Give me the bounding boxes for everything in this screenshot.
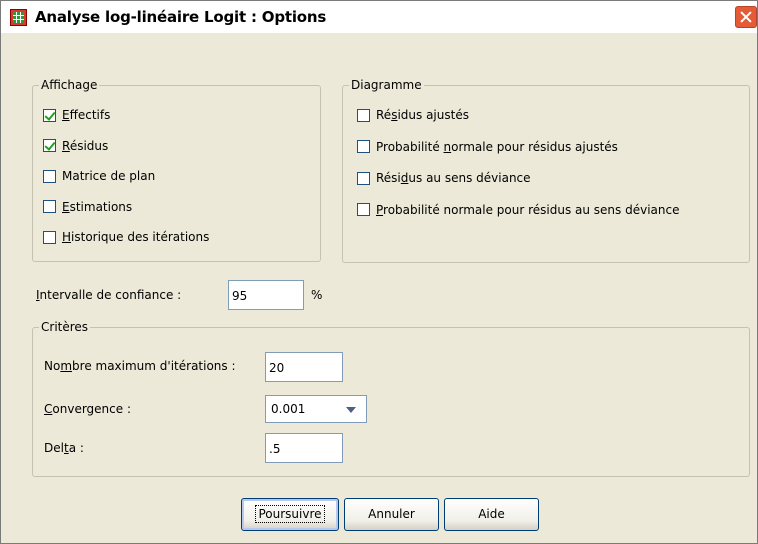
diagramme-option-label-pre: Rési [376,171,401,185]
max-iterations-label-mnemonic: m [60,359,73,373]
checkbox-checked-icon[interactable] [43,108,56,122]
affichage-option-label: Estimations [62,200,132,214]
diagramme-option-label-post: us au sens déviance [408,171,531,185]
diagramme-option-2[interactable]: Résidus au sens déviance [357,169,531,187]
checkbox-icon[interactable] [43,230,56,244]
affichage-option-label-u: E [62,108,70,122]
criteres-group: Critères [32,320,750,477]
convergence-label: Convergence : [44,402,131,416]
continue-button-label: Poursuivre [255,505,325,523]
delta-input[interactable]: .5 [265,433,343,463]
affichage-option-4[interactable]: Historique des itérations [43,228,209,246]
checkbox-icon[interactable] [357,108,370,122]
checkbox-icon[interactable] [43,169,56,183]
affichage-option-1[interactable]: Résidus [43,137,108,155]
diagramme-option-label-post: ormale pour résidus ajustés [451,139,618,154]
affichage-option-label-post: ffectifs [69,108,111,122]
help-button[interactable]: Aide [444,498,539,531]
diagramme-option-label-post: idus ajustés [397,108,469,122]
diagramme-option-label: Probabilité normale pour résidus ajustés [376,140,618,154]
checkbox-icon[interactable] [357,203,370,216]
diagramme-option-label-pre: Ré [376,108,392,122]
max-iterations-label-pre: No [44,359,61,373]
title-bar: Analyse log-linéaire Logit : Options [1,1,757,33]
max-iterations-label-post: bre maximum d'itérations : [72,359,236,373]
affichage-option-label-post: stimations [69,199,133,214]
affichage-option-label: Effectifs [62,108,110,122]
delta-label: Delta : [44,441,84,455]
affichage-option-2[interactable]: Matrice de plan [43,167,155,185]
window-title: Analyse log-linéaire Logit : Options [35,8,327,26]
chevron-down-icon[interactable] [346,407,356,413]
checkbox-icon[interactable] [357,171,370,185]
affichage-legend: Affichage [39,78,100,92]
delta-label-post: a : [68,441,84,455]
diagramme-option-0[interactable]: Résidus ajustés [357,106,469,124]
affichage-option-label: Historique des itérations [62,230,209,244]
affichage-option-0[interactable]: Effectifs [43,106,110,124]
diagramme-option-3[interactable]: Probabilité normale pour résidus au sens… [357,201,679,219]
options-dialog: Analyse log-linéaire Logit : Options Aff… [0,0,758,544]
diagramme-legend: Diagramme [349,78,424,92]
affichage-option-label-u: E [62,199,70,214]
diagramme-option-1[interactable]: Probabilité normale pour résidus ajustés [357,138,618,156]
diagramme-option-label-u: P [376,202,384,217]
delta-label-pre: Del [44,441,64,455]
convergence-value: 0.001 [271,402,306,416]
affichage-option-label-u: H [62,230,72,244]
affichage-option-label: Résidus [62,139,108,153]
diagramme-option-label: Résidus au sens déviance [376,171,531,185]
spss-app-icon [10,9,27,26]
affichage-option-label-pre: Matrice de plan [62,169,156,183]
convergence-label-post: onvergence : [52,402,131,416]
affichage-option-label-post: istorique des itérations [71,230,210,244]
max-iterations-label: Nombre maximum d'itérations : [44,359,236,373]
affichage-option-label: Matrice de plan [62,169,155,183]
close-icon[interactable] [735,6,757,28]
diagramme-option-label-u: n [443,139,452,154]
criteres-legend: Critères [39,320,91,334]
checkbox-icon[interactable] [357,140,370,153]
confidence-label-post: ntervalle de confiance : [39,288,182,302]
confidence-label: Intervalle de confiance : [36,288,181,302]
diagramme-option-label-post: robabilité normale pour résidus au sens … [383,202,680,217]
diagramme-option-label-pre: Probabilité [376,139,444,154]
continue-button[interactable]: Poursuivre [241,498,339,531]
cancel-button[interactable]: Annuler [344,498,439,531]
affichage-option-label-u: R [62,138,70,153]
max-iterations-input[interactable]: 20 [265,352,343,382]
convergence-select[interactable]: 0.001 [265,395,367,423]
diagramme-option-label: Probabilité normale pour résidus au sens… [376,203,679,217]
diagramme-option-label: Résidus ajustés [376,108,469,122]
percent-unit: % [311,288,323,302]
checkbox-icon[interactable] [43,200,56,213]
affichage-option-3[interactable]: Estimations [43,198,132,216]
confidence-input[interactable]: 95 [228,280,304,310]
affichage-option-label-post: ésidus [69,138,109,153]
checkbox-checked-icon[interactable] [43,139,56,152]
